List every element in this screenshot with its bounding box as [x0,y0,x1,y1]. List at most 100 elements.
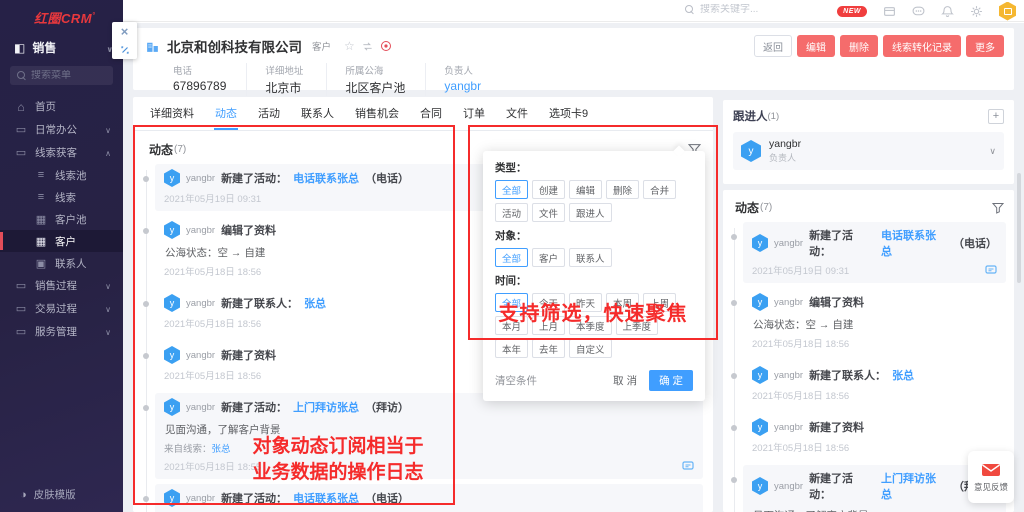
filter-chip[interactable]: 客户 [532,248,565,267]
entry-user[interactable]: yangbr [774,238,803,249]
comment-icon[interactable] [682,460,694,472]
entry-avatar[interactable]: y [752,234,768,252]
close-icon[interactable]: × [121,25,129,38]
filter-chip[interactable]: 创建 [532,180,565,199]
entry-avatar[interactable]: y [164,398,180,416]
sidebar-item[interactable]: 线索 [0,186,123,208]
settings-gear-icon[interactable] [970,5,983,18]
skin-template-button[interactable]: 皮肤模版 [0,487,123,502]
entry-user[interactable]: yangbr [186,225,215,236]
global-search-input[interactable] [700,4,820,15]
scrollbar[interactable] [1017,173,1021,283]
comment-icon[interactable] [985,264,997,276]
entry-link[interactable]: 电话联系张总 [881,227,947,259]
notifications-bell-icon[interactable] [941,5,954,18]
add-follower-button[interactable]: + [988,109,1004,124]
entry-avatar[interactable]: y [164,294,180,312]
entry-user[interactable]: yangbr [186,402,215,413]
user-avatar[interactable] [999,2,1016,21]
filter-chip[interactable]: 联系人 [569,248,612,267]
filter-chip[interactable]: 本季度 [569,316,612,335]
filter-chip[interactable]: 上周 [643,293,676,312]
filter-chip[interactable]: 文件 [532,203,565,222]
tab[interactable]: 详细资料 [149,97,195,130]
tab[interactable]: 文件 [505,97,529,130]
tab[interactable]: 销售机会 [354,97,400,130]
entry-user[interactable]: yangbr [186,173,215,184]
entry-user[interactable]: yangbr [774,422,803,433]
workspace-switcher[interactable]: 销售 [0,33,123,64]
filter-chip[interactable]: 本周 [606,293,639,312]
sidebar-item[interactable]: 销售过程 [0,274,123,297]
filter-chip[interactable]: 合并 [643,180,676,199]
resize-diagonal-icon[interactable] [119,44,131,56]
sidebar-item[interactable]: 线索池 [0,164,123,186]
sidebar-item[interactable]: 客户 [0,230,123,252]
filter-chip[interactable]: 本年 [495,339,528,358]
entry-avatar[interactable]: y [752,366,768,384]
filter-chip[interactable]: 全部 [495,180,528,199]
filter-chip[interactable]: 编辑 [569,180,602,199]
entry-source-link[interactable]: 张总 [212,444,231,455]
sidebar-item[interactable]: 首页 [0,95,123,118]
entry-user[interactable]: yangbr [186,298,215,309]
entry-avatar[interactable]: y [752,418,768,436]
entry-link[interactable]: 电话联系张总 [293,170,359,186]
filter-chip[interactable]: 删除 [606,180,639,199]
cancel-button[interactable]: 取 消 [613,373,637,388]
entry-avatar[interactable]: y [164,346,180,364]
tab[interactable]: 选项卡9 [548,97,589,130]
filter-chip[interactable]: 自定义 [569,339,612,358]
tab[interactable]: 联系人 [300,97,335,130]
calendar-card-icon[interactable] [883,5,896,18]
filter-funnel-icon[interactable] [992,202,1004,214]
sidebar-item[interactable]: 服务管理 [0,320,123,343]
entry-link[interactable]: 上门拜访张总 [881,470,947,502]
entry-avatar[interactable]: y [164,221,180,239]
star-icon[interactable]: ☆ [344,39,355,53]
entry-link[interactable]: 上门拜访张总 [293,399,359,415]
sidebar-item[interactable]: 联系人 [0,252,123,274]
filter-chip[interactable]: 昨天 [569,293,602,312]
follower-row[interactable]: y yangbr 负责人 ∨ [733,132,1004,170]
entry-user[interactable]: yangbr [774,297,803,308]
sidebar-search[interactable] [10,66,113,85]
tab[interactable]: 活动 [257,97,281,130]
feedback-button[interactable]: 意见反馈 [968,451,1014,503]
tab[interactable]: 合同 [419,97,443,130]
back-button[interactable]: 返回 [754,35,792,57]
entry-user[interactable]: yangbr [774,370,803,381]
messages-icon[interactable] [912,5,925,18]
filter-chip[interactable]: 活动 [495,203,528,222]
action-button[interactable]: 删除 [840,35,878,57]
entry-avatar[interactable]: y [164,169,180,187]
filter-chip[interactable]: 上季度 [616,316,659,335]
entry-link[interactable]: 电话联系张总 [293,490,359,506]
action-button[interactable]: 线索转化记录 [883,35,961,57]
tab[interactable]: 订单 [462,97,486,130]
global-search[interactable] [685,4,820,15]
filter-chip[interactable]: 上月 [532,316,565,335]
sidebar-item[interactable]: 客户池 [0,208,123,230]
seal-icon[interactable] [380,40,392,52]
entry-user[interactable]: yangbr [186,350,215,361]
filter-chip[interactable]: 去年 [532,339,565,358]
clear-conditions-button[interactable]: 清空条件 [495,373,537,388]
filter-chip[interactable]: 今天 [532,293,565,312]
filter-chip[interactable]: 全部 [495,248,528,267]
action-button[interactable]: 编辑 [797,35,835,57]
action-button[interactable]: 更多 [966,35,1004,57]
sidebar-item[interactable]: 线索获客 [0,141,123,164]
entry-link[interactable]: 张总 [892,367,914,383]
sidebar-search-input[interactable] [31,70,111,81]
chevron-down-icon[interactable]: ∨ [989,146,996,157]
confirm-button[interactable]: 确 定 [649,370,693,391]
sidebar-item[interactable]: 交易过程 [0,297,123,320]
entry-avatar[interactable]: y [164,489,180,507]
sidebar-item[interactable]: 日常办公 [0,118,123,141]
entry-avatar[interactable]: y [752,293,768,311]
entry-avatar[interactable]: y [752,477,768,495]
filter-chip[interactable]: 本月 [495,316,528,335]
entry-link[interactable]: 张总 [304,295,326,311]
tab[interactable]: 动态 [214,97,238,130]
